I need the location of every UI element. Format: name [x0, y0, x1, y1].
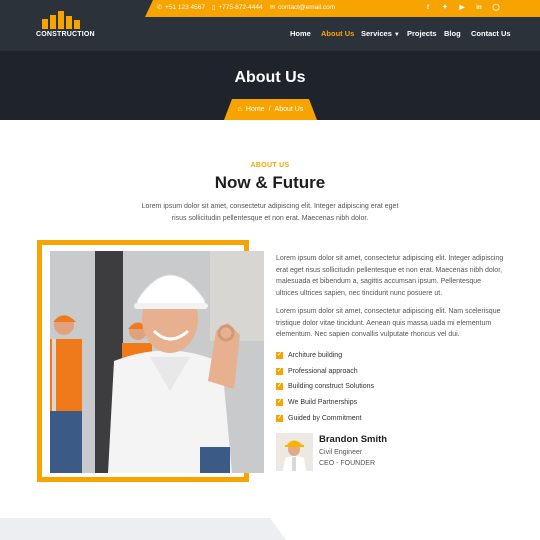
instagram-icon[interactable]: ◯ — [491, 3, 501, 13]
building-icon — [36, 11, 86, 29]
envelope-icon: ✉ — [270, 5, 276, 11]
phone-icon: ✆ — [157, 5, 163, 11]
phone-2[interactable]: ▯ +775-872-4444 — [212, 4, 263, 11]
checklist-item: ✓ Professional approach — [276, 364, 374, 380]
twitter-icon[interactable]: ✦ — [440, 3, 450, 13]
phone-1[interactable]: ✆ +51 123 4567 — [157, 4, 205, 11]
phone-2-text: +775-872-4444 — [218, 4, 263, 11]
mobile-icon: ▯ — [212, 5, 216, 11]
email-text: contact@email.com — [278, 4, 336, 11]
site-header: CONSTRUCTION ✆ +51 123 4567 ▯ +775-872-4… — [0, 0, 540, 51]
check-icon: ✓ — [276, 399, 283, 407]
checklist-label: Architure building — [288, 352, 343, 360]
breadcrumb-separator: / — [268, 106, 271, 113]
logo-text: CONSTRUCTION — [36, 31, 95, 38]
checklist-item: ✓ Architure building — [276, 348, 374, 364]
nav-contact-us[interactable]: Contact Us — [471, 29, 511, 38]
check-icon: ✓ — [276, 352, 283, 360]
facebook-icon[interactable]: f — [423, 3, 433, 13]
check-icon: ✓ — [276, 383, 283, 391]
feature-checklist: ✓ Architure building ✓ Professional appr… — [276, 348, 374, 426]
checklist-item: ✓ Guided by Commitment — [276, 410, 374, 426]
checklist-label: We Build Partnerships — [288, 399, 358, 407]
author-avatar-illustration — [276, 433, 313, 471]
nav-projects[interactable]: Projects — [407, 29, 437, 38]
about-paragraph-2: Lorem ipsum dolor sit amet, consectetur … — [276, 308, 501, 339]
checklist-item: ✓ Building construct Solutions — [276, 379, 374, 395]
linkedin-icon[interactable]: in — [474, 3, 484, 13]
author-role: Civil Engineer — [319, 449, 363, 456]
check-icon: ✓ — [276, 414, 283, 422]
site-logo[interactable]: CONSTRUCTION — [36, 11, 95, 41]
page-title: About Us — [234, 69, 306, 86]
email-link[interactable]: ✉ contact@email.com — [270, 4, 335, 11]
decorative-strip — [0, 518, 286, 540]
check-icon: ✓ — [276, 367, 283, 375]
section-kicker: ABOUT US — [250, 162, 290, 169]
section-description: Lorem ipsum dolor sit amet, consectetur … — [141, 203, 399, 222]
nav-services-label: Services — [361, 29, 392, 38]
author-avatar — [276, 433, 313, 471]
breadcrumb-home[interactable]: Home — [246, 106, 265, 113]
checklist-label: Guided by Commitment — [288, 414, 362, 422]
breadcrumb-current: About Us — [274, 106, 304, 113]
section-title: Now & Future — [214, 173, 326, 192]
phone-1-text: +51 123 4567 — [165, 4, 205, 11]
author-name: Brandon Smith — [319, 434, 388, 445]
checklist-item: ✓ We Build Partnerships — [276, 395, 374, 411]
nav-about-us[interactable]: About Us — [321, 29, 354, 38]
home-icon: ⌂ — [237, 106, 242, 113]
youtube-icon[interactable]: ▶ — [457, 3, 467, 13]
checklist-label: Professional approach — [288, 367, 358, 375]
nav-blog[interactable]: Blog — [444, 29, 461, 38]
contact-topbar: ✆ +51 123 4567 ▯ +775-872-4444 ✉ contact… — [145, 0, 540, 17]
checklist-label: Building construct Solutions — [288, 383, 374, 391]
engineer-photo — [50, 251, 264, 473]
about-paragraph-1: Lorem ipsum dolor sit amet, consectetur … — [276, 255, 504, 297]
engineer-photo-illustration — [50, 251, 264, 473]
author-company: CEO - FOUNDER — [319, 460, 375, 467]
next-section-edge — [0, 518, 540, 540]
chevron-down-icon: ▼ — [393, 32, 400, 38]
nav-services[interactable]: Services ▼ — [361, 29, 400, 38]
nav-home[interactable]: Home — [290, 29, 311, 38]
breadcrumb: ⌂ Home / About Us — [224, 99, 317, 120]
